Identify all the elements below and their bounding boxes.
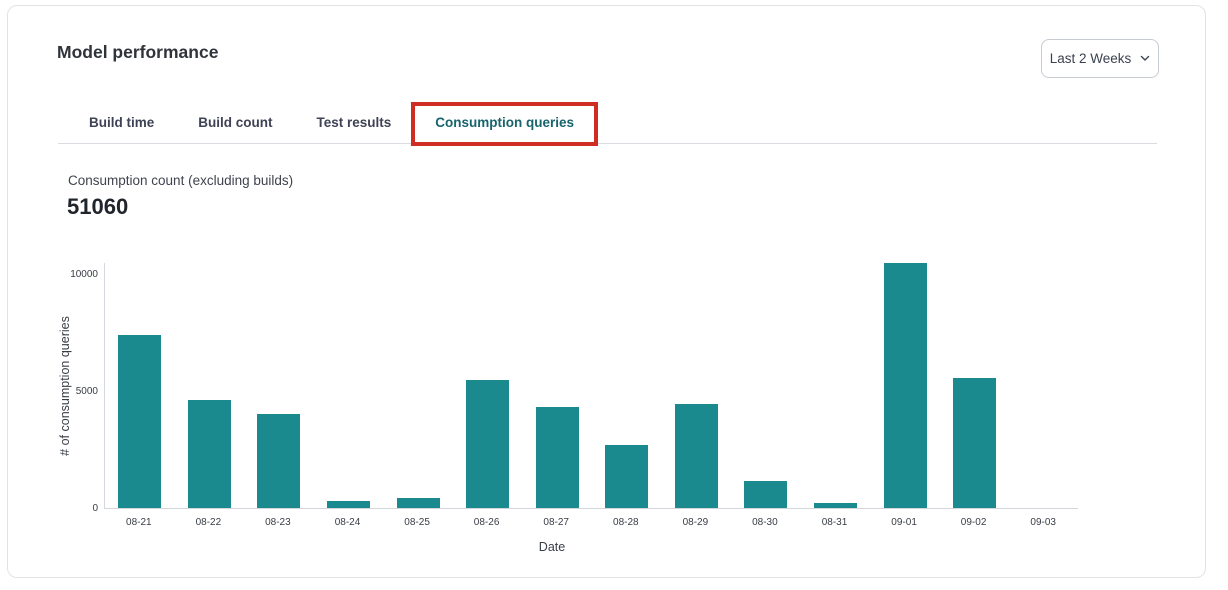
bar-08-21 — [118, 335, 161, 508]
x-tick-label: 08-24 — [335, 517, 361, 528]
x-tick-label: 08-23 — [265, 517, 291, 528]
x-tick-label: 08-28 — [613, 517, 639, 528]
x-tick-label: 09-03 — [1030, 517, 1056, 528]
y-tick-label: 5000 — [8, 386, 98, 397]
bar-09-01 — [884, 263, 927, 508]
bar-08-22 — [188, 400, 231, 508]
tab-test-results[interactable]: Test results — [295, 104, 414, 144]
x-tick-label: 08-25 — [404, 517, 430, 528]
bar-08-24 — [327, 501, 370, 508]
metric-value: 51060 — [67, 194, 128, 220]
tab-bar: Build timeBuild countTest resultsConsump… — [67, 104, 596, 144]
x-tick-label: 09-01 — [891, 517, 917, 528]
x-axis-title: Date — [539, 540, 565, 554]
bar-08-30 — [744, 481, 787, 508]
bar-08-31 — [814, 503, 857, 508]
x-tick-label: 08-29 — [683, 517, 709, 528]
x-tick-label: 08-30 — [752, 517, 778, 528]
model-performance-card: Model performance Last 2 Weeks Build tim… — [7, 5, 1206, 578]
chevron-down-icon — [1140, 55, 1150, 62]
time-range-dropdown[interactable]: Last 2 Weeks — [1041, 39, 1159, 78]
bar-08-26 — [466, 380, 509, 508]
y-tick-label: 0 — [8, 503, 98, 514]
y-tick-label: 10000 — [8, 269, 98, 280]
tab-consumption-queries-highlighted[interactable]: Consumption queries — [413, 104, 596, 144]
bar-08-27 — [536, 407, 579, 508]
bar-09-02 — [953, 378, 996, 508]
page-title: Model performance — [57, 42, 218, 63]
tab-build-time[interactable]: Build time — [67, 104, 176, 144]
bar-08-25 — [397, 498, 440, 508]
bar-08-28 — [605, 445, 648, 508]
tab-build-count[interactable]: Build count — [176, 104, 294, 144]
plot-area — [104, 263, 1078, 509]
bar-08-29 — [675, 404, 718, 508]
x-tick-label: 08-27 — [543, 517, 569, 528]
x-tick-label: 09-02 — [961, 517, 987, 528]
x-tick-label: 08-22 — [196, 517, 222, 528]
x-tick-label: 08-21 — [126, 517, 152, 528]
time-range-value: Last 2 Weeks — [1050, 51, 1132, 66]
x-tick-label: 08-26 — [474, 517, 500, 528]
consumption-queries-chart: # of consumption queries Date 08-2108-22… — [8, 259, 1206, 569]
metric-label: Consumption count (excluding builds) — [68, 173, 293, 188]
x-tick-label: 08-31 — [822, 517, 848, 528]
bar-08-23 — [257, 414, 300, 508]
